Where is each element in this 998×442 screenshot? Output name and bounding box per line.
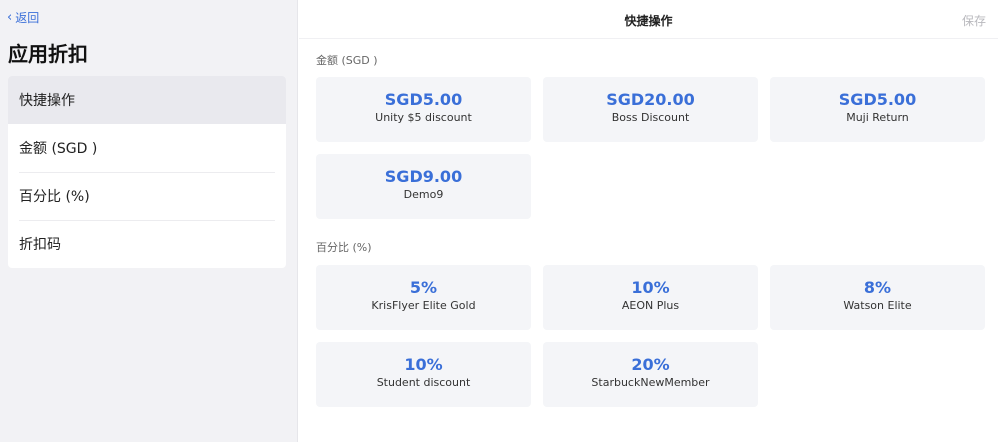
amount-section-label: 金额 (SGD ) <box>316 54 378 67</box>
discount-value: 10% <box>631 278 670 297</box>
sidebar-item-label: 金额 (SGD ) <box>19 141 98 157</box>
discount-name: Unity $5 discount <box>375 111 472 124</box>
discount-value: 5% <box>409 278 438 297</box>
chevron-left-icon: ‹ <box>7 10 13 25</box>
sidebar-item-label: 折扣码 <box>19 237 61 253</box>
sidebar-title: 应用折扣 <box>8 42 88 66</box>
discount-value: SGD5.00 <box>384 90 463 109</box>
discount-name: Muji Return <box>846 111 909 124</box>
amount-discount-card[interactable]: SGD9.00 Demo9 <box>316 154 531 219</box>
discount-name: Demo9 <box>403 188 444 201</box>
sidebar-item-percentage[interactable]: 百分比 (%) <box>8 172 286 220</box>
discount-name: Boss Discount <box>611 111 690 124</box>
sidebar-item-quick-actions[interactable]: 快捷操作 <box>8 76 286 124</box>
sidebar: ‹ 返回 应用折扣 快捷操作 金额 (SGD ) 百分比 (%) 折扣码 <box>0 0 298 442</box>
save-button[interactable]: 保存 <box>962 12 986 29</box>
main-panel: 快捷操作 保存 金额 (SGD ) SGD5.00 Unity $5 disco… <box>299 0 998 442</box>
discount-value: SGD20.00 <box>606 90 695 109</box>
discount-value: 10% <box>404 355 443 374</box>
discount-value: 20% <box>631 355 670 374</box>
back-label: 返回 <box>15 11 40 25</box>
back-button[interactable]: ‹ 返回 <box>7 9 39 26</box>
discount-name: AEON Plus <box>621 299 680 312</box>
percent-discount-card[interactable]: 5% KrisFlyer Elite Gold <box>316 265 531 330</box>
amount-discount-card[interactable]: SGD5.00 Unity $5 discount <box>316 77 531 142</box>
discount-name: Student discount <box>376 376 471 389</box>
percent-discount-card[interactable]: 20% StarbuckNewMember <box>543 342 758 407</box>
sidebar-item-discount-code[interactable]: 折扣码 <box>8 220 286 268</box>
discount-name: Watson Elite <box>843 299 912 312</box>
amount-discount-card[interactable]: SGD5.00 Muji Return <box>770 77 985 142</box>
discount-value: SGD9.00 <box>384 167 463 186</box>
sidebar-item-label: 百分比 (%) <box>19 189 90 205</box>
top-bar: 快捷操作 保存 <box>299 0 998 39</box>
sidebar-item-amount[interactable]: 金额 (SGD ) <box>8 124 286 172</box>
amount-discount-card[interactable]: SGD20.00 Boss Discount <box>543 77 758 142</box>
sidebar-item-label: 快捷操作 <box>19 93 75 109</box>
page-title: 快捷操作 <box>624 14 673 28</box>
sidebar-menu: 快捷操作 金额 (SGD ) 百分比 (%) 折扣码 <box>8 76 286 268</box>
percent-discount-card[interactable]: 10% AEON Plus <box>543 265 758 330</box>
discount-name: StarbuckNewMember <box>591 376 710 389</box>
percent-section-label: 百分比 (%) <box>316 241 372 254</box>
discount-name: KrisFlyer Elite Gold <box>371 299 476 312</box>
discount-value: SGD5.00 <box>838 90 917 109</box>
percent-discount-card[interactable]: 8% Watson Elite <box>770 265 985 330</box>
percent-discount-card[interactable]: 10% Student discount <box>316 342 531 407</box>
discount-value: 8% <box>863 278 892 297</box>
